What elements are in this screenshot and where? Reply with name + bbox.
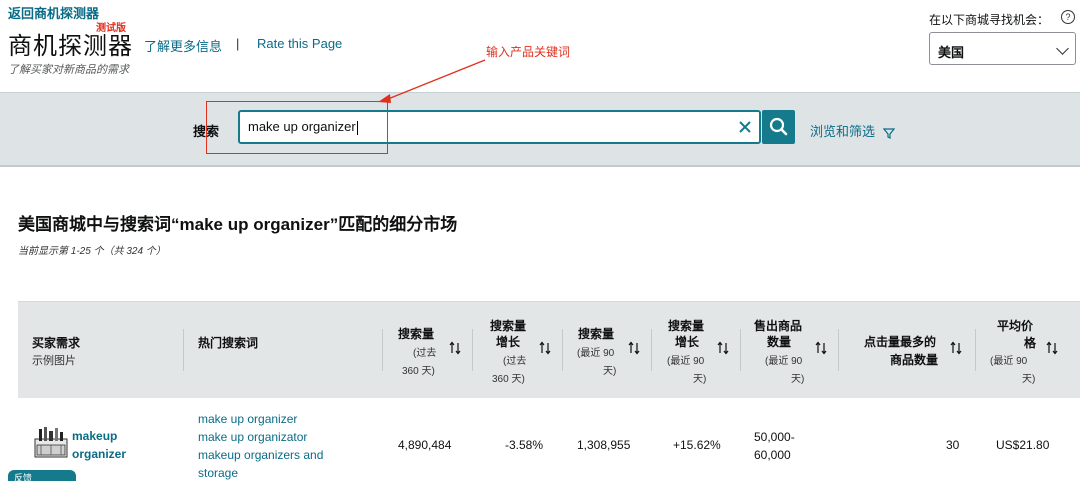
column-header-subtitle: 数量: [767, 335, 792, 349]
column-header-units-sold[interactable]: 售出商品: [754, 317, 802, 334]
help-icon[interactable]: ?: [1061, 10, 1075, 24]
page-subtitle: 了解买家对新商品的需求: [8, 64, 129, 76]
column-header-growth-90[interactable]: 搜索量: [668, 317, 704, 334]
sort-icon[interactable]: [950, 341, 962, 355]
results-count: 当前显示第 1-25 个（共 324 个）: [18, 246, 166, 257]
sort-icon[interactable]: [1046, 341, 1058, 355]
page-title: 商机探测器: [8, 33, 133, 60]
column-divider: [838, 329, 839, 371]
close-icon[interactable]: [737, 119, 753, 135]
column-header-subtext: 360 天): [402, 366, 435, 377]
browse-filter-label: 浏览和筛选: [810, 124, 876, 139]
search-term-link[interactable]: makeup organizers and: [198, 448, 323, 462]
column-divider: [740, 329, 741, 371]
column-header-subtext: (过去: [413, 348, 437, 359]
avg-price-value: US$21.80: [996, 438, 1050, 452]
column-header-search-volume-360[interactable]: 搜索量: [398, 325, 434, 342]
chevron-down-icon: [1056, 42, 1069, 55]
header-separator: |: [236, 36, 240, 51]
buyer-need-line: organizer: [72, 447, 127, 461]
market-select[interactable]: 美国: [929, 32, 1076, 65]
most-clicked-value: 30: [946, 438, 960, 452]
sort-icon[interactable]: [815, 341, 827, 355]
buyer-need-line: makeup: [72, 429, 118, 443]
column-header-subtext: 天): [1022, 374, 1036, 385]
search-volume-90-value: 1,308,955: [577, 438, 631, 452]
column-header-subtext: (最近 90: [577, 348, 615, 359]
market-select-value: 美国: [938, 45, 965, 60]
annotation-text: 输入产品关键词: [486, 45, 571, 59]
rate-page-link[interactable]: Rate this Page: [257, 36, 342, 51]
column-divider: [183, 329, 184, 371]
search-term-link[interactable]: make up organizer: [198, 412, 297, 426]
growth-90-value: +15.62%: [673, 438, 721, 452]
column-header-subtext: 天): [603, 366, 617, 377]
filter-icon: [882, 127, 895, 139]
feedback-label: 反馈: [14, 473, 33, 481]
column-header-subtitle: 格: [1024, 336, 1037, 350]
annotation-highlight-box: [206, 101, 388, 154]
sort-icon[interactable]: [539, 341, 551, 355]
back-link[interactable]: 返回商机探测器: [8, 3, 99, 22]
units-sold-value: 60,000: [754, 448, 791, 462]
product-thumbnail[interactable]: [33, 425, 69, 461]
sort-icon[interactable]: [717, 341, 729, 355]
feedback-tab[interactable]: 反馈: [8, 470, 76, 481]
column-header-subtext: 天): [693, 374, 707, 385]
growth-360-value: -3.58%: [505, 438, 544, 452]
column-header-subtext: (最近 90: [667, 356, 705, 367]
browse-filter-link[interactable]: 浏览和筛选: [810, 121, 895, 140]
column-header-subtext: (最近 90: [765, 356, 803, 367]
column-divider: [975, 329, 976, 371]
column-header-top-search-terms[interactable]: 热门搜索词: [198, 334, 258, 351]
column-header-subtext: 天): [791, 374, 805, 385]
column-header-subtext: (过去: [503, 356, 527, 367]
table-row: [18, 398, 1080, 481]
column-header-subtext: 360 天): [492, 374, 525, 385]
column-header-most-clicked[interactable]: 点击量最多的: [864, 333, 936, 350]
search-icon: [769, 117, 788, 136]
market-label: 在以下商城寻找机会：: [929, 13, 1050, 27]
units-sold-value: 50,000-: [754, 430, 795, 444]
column-divider: [562, 329, 563, 371]
search-term-link[interactable]: make up organizator: [198, 430, 307, 444]
sort-icon[interactable]: [628, 341, 640, 355]
column-header-avg-price[interactable]: 平均价: [997, 317, 1033, 334]
column-header-subtitle: 增长: [496, 335, 521, 349]
column-divider: [382, 329, 383, 371]
column-header-growth-360[interactable]: 搜索量: [490, 317, 526, 334]
results-title: 美国商城中与搜索词“make up organizer”匹配的细分市场: [18, 215, 458, 234]
column-header-search-volume-90[interactable]: 搜索量: [578, 325, 614, 342]
column-header-subtitle: 商品数量: [890, 353, 939, 367]
column-divider: [651, 329, 652, 371]
learn-more-link[interactable]: 了解更多信息: [144, 36, 222, 55]
search-button[interactable]: [762, 110, 795, 144]
column-header-buyer-need[interactable]: 买家需求: [32, 334, 80, 351]
column-header-subtitle: 增长: [675, 335, 700, 349]
search-term-link[interactable]: storage: [198, 466, 238, 480]
search-volume-360-value: 4,890,484: [398, 438, 452, 452]
sort-icon[interactable]: [449, 341, 461, 355]
buyer-need-link[interactable]: makeup organizer: [72, 427, 126, 463]
column-header-sample-image: 示例图片: [32, 355, 76, 367]
column-divider: [472, 329, 473, 371]
column-header-subtext: (最近 90: [990, 356, 1028, 367]
